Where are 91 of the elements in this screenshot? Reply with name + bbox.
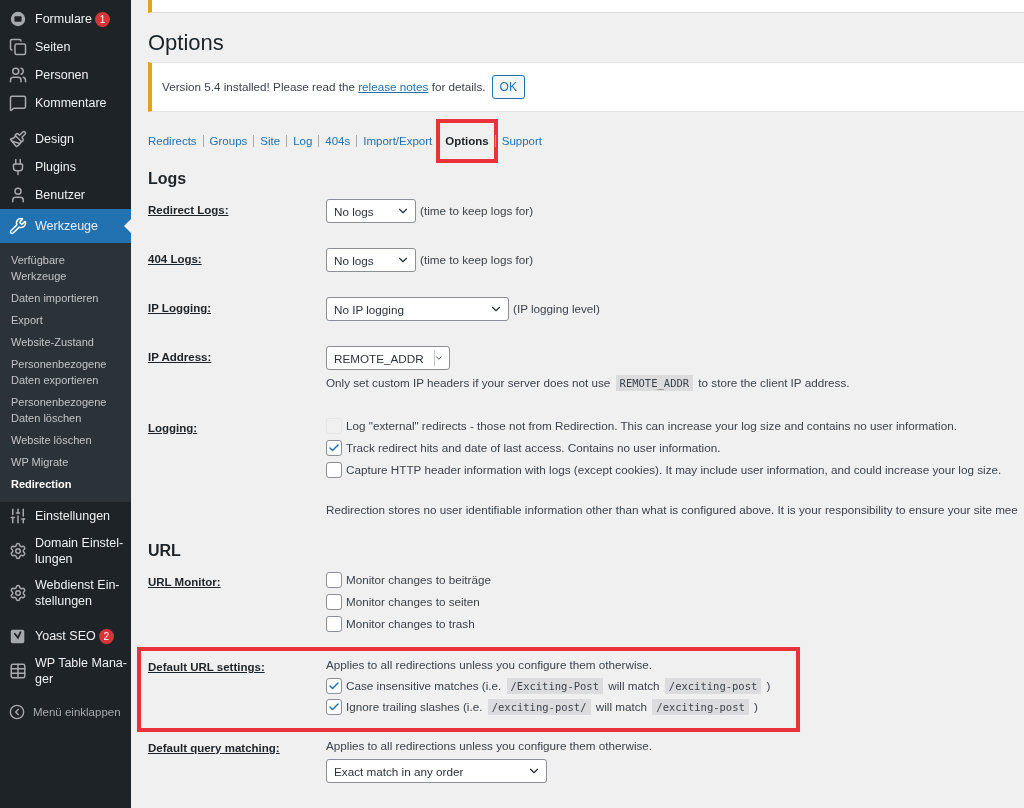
sliders-icon — [9, 507, 27, 525]
checkbox-label: Case insensitive matches (i.e. /Exciting-Post will match /exciting-post ) — [346, 677, 771, 695]
wrench-icon — [9, 217, 27, 235]
table-icon — [9, 662, 27, 680]
tab[interactable]: Support — [501, 135, 542, 147]
dropdown[interactable]: Exact match in any order — [326, 759, 547, 783]
pages-icon — [9, 38, 27, 56]
checkbox-label: Monitor changes to beiträge — [346, 572, 491, 588]
collapse-icon — [9, 704, 25, 720]
section-heading: Logs — [148, 169, 188, 189]
dropdown[interactable]: No logs — [326, 199, 416, 223]
submenu-item[interactable]: Redirection — [0, 473, 131, 495]
menu-item[interactable]: Einstellungen — [0, 502, 131, 530]
collapse-menu-button[interactable]: Menü einklappen — [0, 700, 131, 724]
menu-item[interactable]: Webdienst Ein- stellungen — [0, 572, 131, 614]
checkbox[interactable] — [326, 594, 342, 610]
checkbox[interactable] — [326, 572, 342, 588]
submenu-item[interactable]: Website löschen — [0, 429, 131, 451]
checkbox-label: Monitor changes to trash — [346, 616, 475, 632]
field-label: Default URL settings: — [148, 660, 266, 675]
submenu-item[interactable]: WP Migrate — [0, 451, 131, 473]
form-icon — [9, 10, 27, 28]
menu-item[interactable]: Design — [0, 125, 131, 153]
check-icon — [328, 680, 340, 692]
tab[interactable]: Options — [445, 135, 489, 147]
user-icon — [9, 186, 27, 204]
hint-text: (IP logging level) — [513, 301, 600, 317]
check-icon — [328, 442, 340, 454]
field-label: Default query matching: — [148, 741, 281, 756]
menu-item[interactable]: Formulare 1 — [0, 5, 131, 33]
notice-text: Version 5.4 installed! Please read the release notes for details. — [162, 79, 486, 95]
dropdown[interactable]: No IP logging — [326, 297, 509, 321]
field-label: 404 Logs: — [148, 252, 203, 267]
menu-item[interactable]: Werkzeuge — [0, 209, 131, 243]
checkbox-label: Monitor changes to seiten — [346, 594, 480, 610]
tab[interactable]: Log — [293, 135, 313, 147]
menu-item[interactable]: Kommentare — [0, 89, 131, 117]
checkbox[interactable] — [326, 678, 342, 694]
menu-item[interactable]: WP Table Mana- ger — [0, 650, 131, 692]
submenu-item[interactable]: Personenbezogene Daten löschen — [0, 391, 131, 429]
menu-item[interactable]: Personen — [0, 61, 131, 89]
checkbox-label: Track redirect hits and date of last access. Contains no user information. — [346, 440, 721, 456]
tab[interactable]: Redirects — [148, 135, 197, 147]
ok-button[interactable]: OK — [491, 75, 525, 99]
menu-item[interactable]: Domain Einstel- lungen — [0, 530, 131, 572]
brush-icon — [9, 130, 27, 148]
count-badge: 1 — [94, 12, 110, 27]
current-pointer — [124, 219, 131, 233]
tab[interactable]: 404s — [325, 135, 351, 147]
dropdown[interactable]: No logs — [326, 248, 416, 272]
submenu-item[interactable]: Website-Zustand — [0, 331, 131, 353]
submenu-item[interactable]: Daten importieren — [0, 287, 131, 309]
info-text: Redirection stores no user identifiable information other than what is configured above. It is your responsibility to ensure your site mee — [326, 502, 1018, 518]
field-label: IP Address: — [148, 350, 213, 365]
submenu-item[interactable]: Export — [0, 309, 131, 331]
tab[interactable]: Site — [260, 135, 281, 147]
help-text: Only set custom IP headers if your server does not use REMOTE_ADDR to store the client IP address. — [326, 374, 850, 392]
checkbox-label: Capture HTTP header information with logs (except cookies). It may include user information, and could increase your log size. — [346, 462, 1002, 478]
checkbox-label: Ignore trailing slashes (i.e. /exciting-post/ will match /exciting-post ) — [346, 698, 758, 716]
help-text: Applies to all redirections unless you configure them otherwise. — [326, 657, 653, 673]
checkbox-label: Log "external" redirects - those not from Redirection. This can increase your log size and contains no user information. — [346, 418, 957, 434]
checkbox[interactable] — [326, 462, 342, 478]
menu-item[interactable]: Seiten — [0, 33, 131, 61]
section-heading: URL — [148, 541, 182, 561]
hint-text: (time to keep logs for) — [420, 252, 534, 268]
submenu-item[interactable]: Verfügbare Werkzeuge — [0, 249, 131, 287]
field-label: Redirect Logs: — [148, 203, 230, 218]
tab[interactable]: Import/Export — [363, 135, 433, 147]
comment-icon — [9, 94, 27, 112]
tab[interactable]: Groups — [209, 135, 248, 147]
help-text: Applies to all redirections unless you configure them otherwise. — [326, 738, 653, 754]
count-badge: 2 — [98, 629, 114, 644]
menu-item[interactable]: Benutzer — [0, 181, 131, 209]
field-label: Logging: — [148, 421, 199, 436]
submenu-item[interactable]: Personenbezogene Daten exportieren — [0, 353, 131, 391]
checkbox[interactable] — [326, 616, 342, 632]
field-label: IP Logging: — [148, 301, 213, 316]
menu-item[interactable]: Plugins — [0, 153, 131, 181]
field-label: URL Monitor: — [148, 575, 222, 590]
gear-icon — [9, 584, 27, 602]
release-notes-link[interactable]: release notes — [358, 80, 429, 93]
check-icon — [328, 701, 340, 713]
checkbox[interactable] — [326, 440, 342, 456]
checkbox[interactable] — [326, 699, 342, 715]
hint-text: (time to keep logs for) — [420, 203, 534, 219]
y-logo-icon — [9, 627, 27, 645]
gear-icon — [9, 542, 27, 560]
page-title: Options — [148, 29, 225, 57]
menu-item[interactable]: Yoast SEO 2 — [0, 622, 131, 650]
people-icon — [9, 66, 27, 84]
dropdown[interactable]: REMOTE_ADDR — [326, 346, 450, 370]
